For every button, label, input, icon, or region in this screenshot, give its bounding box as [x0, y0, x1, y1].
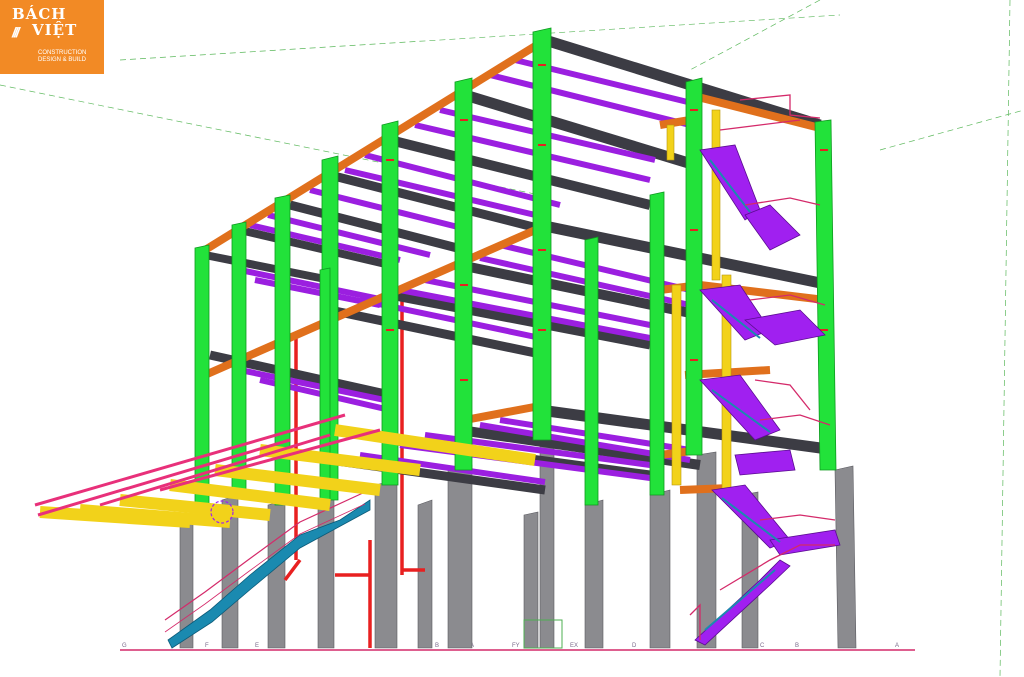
- grid-label: FY: [512, 643, 520, 649]
- grid-label: B: [795, 643, 799, 649]
- logo-tagline-1: CONSTRUCTION: [38, 50, 87, 56]
- brand-logo: BÁCH VIỆT /// CONSTRUCTION DESIGN & BUIL…: [0, 0, 104, 74]
- ground-grid-axis: G F E D C B A FY EX D C B A: [120, 643, 915, 651]
- logo-tagline-2: DESIGN & BUILD: [38, 57, 87, 63]
- steel-frame-3d-model[interactable]: G F E D C B A FY EX D C B A: [0, 0, 1024, 677]
- logo-line-2: VIỆT: [32, 21, 78, 39]
- grid-label: C: [760, 643, 765, 649]
- grid-reference-lines: [0, 0, 1024, 677]
- model-viewport[interactable]: G F E D C B A FY EX D C B A: [0, 0, 1024, 677]
- grid-label: EX: [570, 643, 578, 649]
- grid-label: G: [122, 643, 127, 649]
- grid-label: B: [435, 643, 439, 649]
- grid-label: F: [205, 643, 209, 649]
- grid-label: D: [632, 643, 637, 649]
- logo-tagline: CONSTRUCTION DESIGN & BUILD: [38, 50, 86, 64]
- logo-line-1: BÁCH: [12, 5, 67, 23]
- logo-slashes-icon: ///: [12, 24, 20, 40]
- grid-label: E: [255, 643, 259, 649]
- grid-label: A: [895, 643, 899, 649]
